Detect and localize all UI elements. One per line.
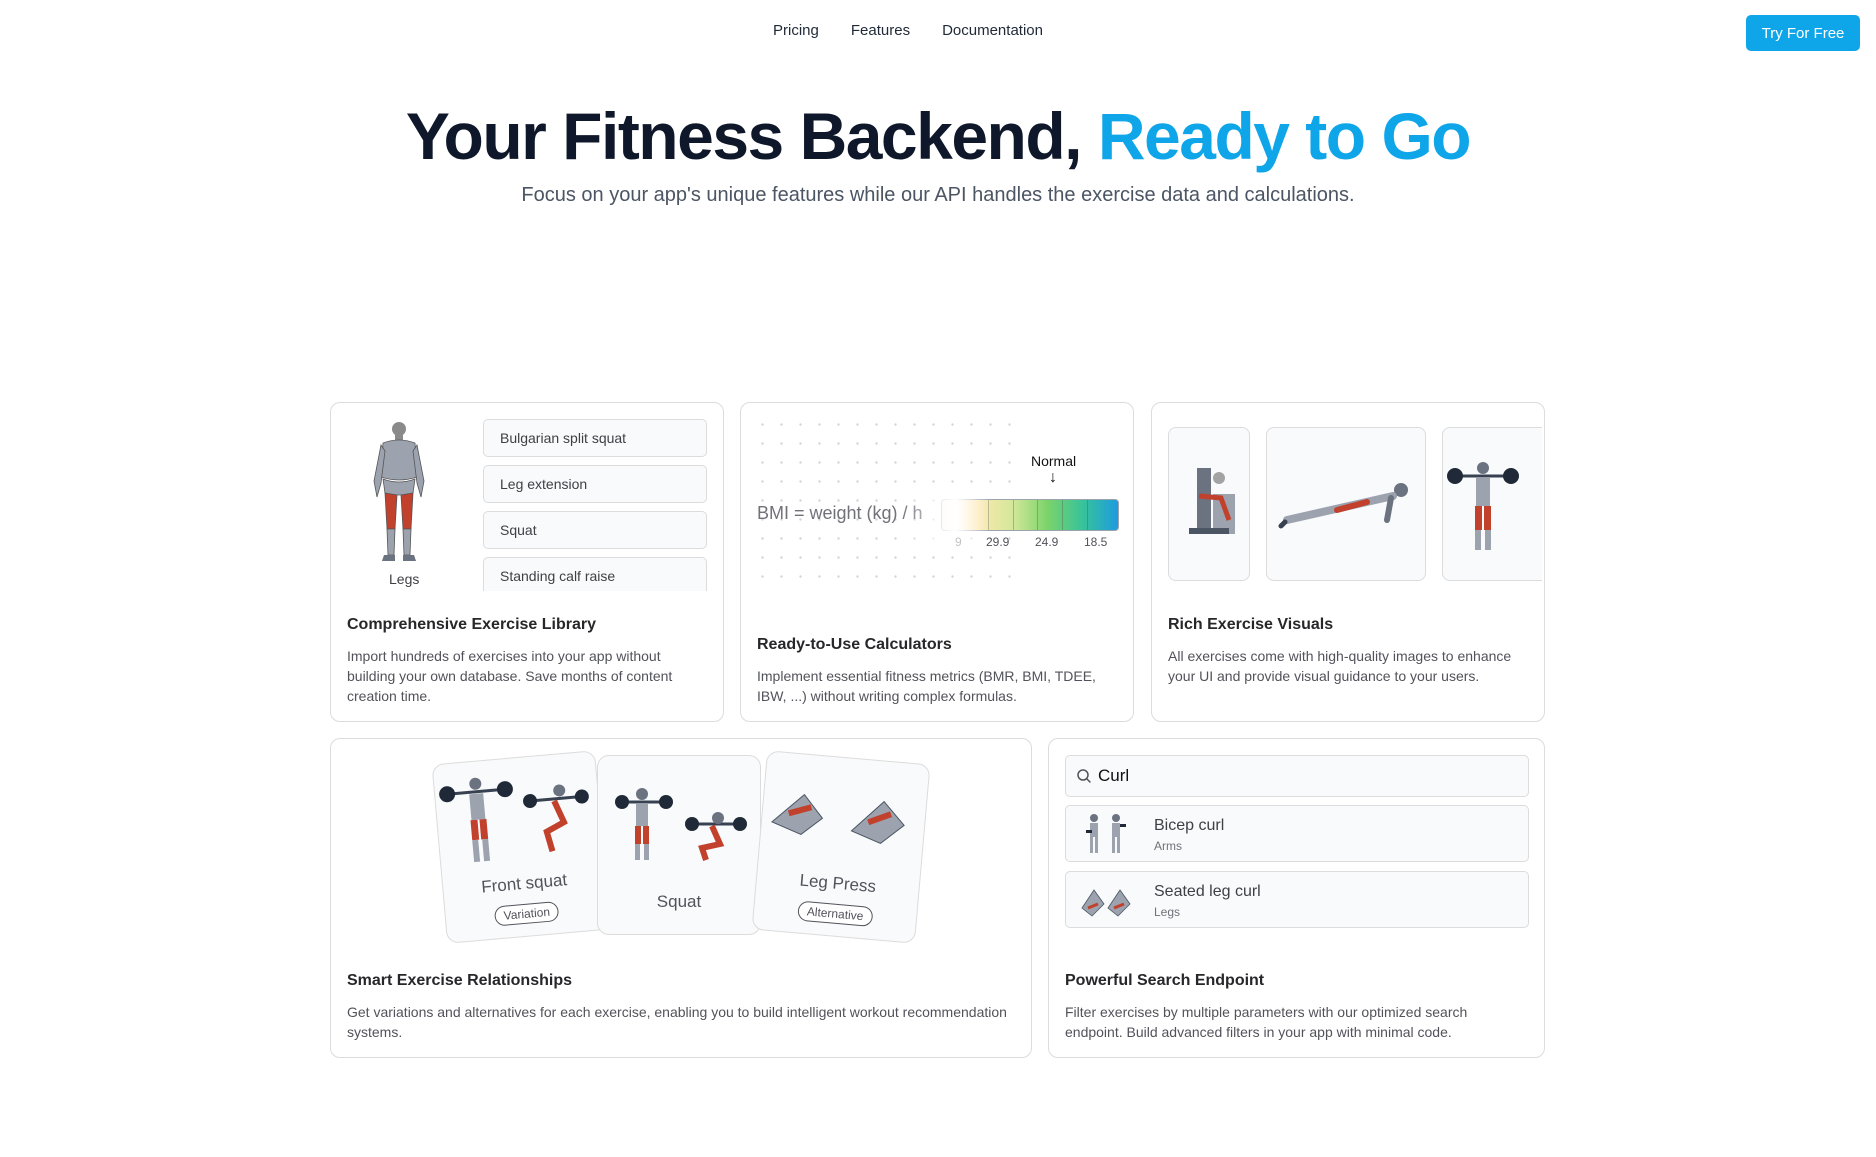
leg-press-machine-image: [1189, 468, 1235, 534]
leg-press-image: [770, 793, 905, 845]
exercise-list-item[interactable]: Standing calf raise: [483, 557, 707, 591]
exercise-image-thumbnail[interactable]: [1266, 427, 1426, 581]
relation-exercise-name: Squat: [656, 892, 702, 911]
bmi-marker-label: Normal: [1031, 453, 1077, 469]
result-category: Arms: [1154, 839, 1182, 853]
card-title: Rich Exercise Visuals: [1168, 616, 1334, 633]
try-for-free-button[interactable]: Try For Free: [1746, 15, 1860, 51]
plank-exercise-image: [1278, 483, 1408, 529]
hero-title-accent: Ready to Go: [1097, 99, 1472, 173]
exercise-list: Bulgarian split squat Leg extension Squa…: [483, 419, 707, 591]
search-input[interactable]: [1098, 764, 1518, 788]
card-description: All exercises come with high-quality ima…: [1168, 648, 1512, 684]
feature-card-library: Legs Bulgarian split squat Leg extension…: [330, 402, 724, 722]
arrow-down-icon: ↓: [1049, 469, 1057, 486]
muscle-group-label: Legs: [389, 571, 420, 587]
feature-card-visuals: Rich Exercise Visuals All exercises come…: [1151, 402, 1545, 722]
nav-link-documentation[interactable]: Documentation: [942, 22, 1043, 39]
relation-type-badge: Variation: [493, 900, 560, 927]
seated-leg-curl-image: [1081, 889, 1131, 917]
front-squat-image: [439, 777, 589, 863]
exercise-relation-card[interactable]: Squat: [597, 755, 761, 935]
card-description: Implement essential fitness metrics (BMR…: [757, 668, 1096, 704]
search-icon: [1077, 769, 1091, 783]
hero-title: Your Fitness Backend, Ready to Go: [0, 96, 1876, 176]
nav-link-features[interactable]: Features: [851, 22, 910, 39]
barbell-squat-image: [1447, 462, 1519, 550]
scale-tick-label: 18.5: [1084, 535, 1108, 549]
exercise-list-item[interactable]: Leg extension: [483, 465, 707, 503]
nav-links: Pricing Features Documentation: [0, 22, 1876, 39]
search-result-item[interactable]: Bicep curl Arms: [1065, 805, 1529, 862]
bmi-formula: BMI = weight (kg) / h: [757, 503, 923, 523]
search-box[interactable]: [1065, 755, 1529, 797]
card-title: Smart Exercise Relationships: [347, 972, 572, 989]
nav-link-pricing[interactable]: Pricing: [773, 22, 819, 39]
scale-tick-label: 29.9: [986, 535, 1010, 549]
card-title: Ready-to-Use Calculators: [757, 636, 952, 653]
card-description: Import hundreds of exercises into your a…: [347, 648, 673, 704]
bicep-curl-image: [1086, 814, 1126, 853]
search-result-item[interactable]: Seated leg curl Legs: [1065, 871, 1529, 928]
feature-card-search: Bicep curl Arms Seated leg curl Legs Pow…: [1048, 738, 1545, 1058]
result-exercise-name: Seated leg curl: [1154, 883, 1261, 900]
exercise-image-thumbnail[interactable]: [1168, 427, 1250, 581]
exercise-relation-card[interactable]: Leg Press Alternative: [751, 750, 931, 944]
scale-fade-overlay: [901, 483, 991, 549]
scale-tick-label: 9: [955, 535, 962, 549]
hero-subtitle: Focus on your app's unique features whil…: [521, 184, 1355, 206]
exercise-list-item[interactable]: Squat: [483, 511, 707, 549]
card-description: Get variations and alternatives for each…: [347, 1004, 1007, 1040]
card-description: Filter exercises by multiple parameters …: [1065, 1004, 1468, 1040]
squat-image: [615, 788, 747, 861]
scale-tick-label: 24.9: [1035, 535, 1059, 549]
hero-title-main: Your Fitness Backend,: [405, 99, 1083, 173]
result-exercise-name: Bicep curl: [1154, 817, 1225, 834]
muscle-body-figure: [373, 422, 425, 561]
result-category: Legs: [1154, 905, 1181, 919]
relation-type-badge: Alternative: [797, 900, 874, 927]
card-title: Powerful Search Endpoint: [1065, 972, 1265, 989]
card-title: Comprehensive Exercise Library: [347, 616, 597, 633]
exercise-relation-card[interactable]: Front squat Variation: [431, 750, 611, 944]
exercise-list-item[interactable]: Bulgarian split squat: [483, 419, 707, 457]
feature-card-relationships: Front squat Variation Squat Leg Press Al…: [330, 738, 1032, 1058]
feature-card-calculators: BMI = weight (kg) / h Normal ↓ 9 29.9 24…: [740, 402, 1134, 722]
top-nav: Pricing Features Documentation Try For F…: [0, 0, 1876, 64]
exercise-image-thumbnail[interactable]: [1442, 427, 1542, 581]
